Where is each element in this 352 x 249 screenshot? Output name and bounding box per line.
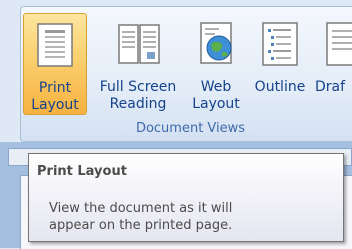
- draft-label: Draf: [315, 79, 346, 95]
- print-layout-icon: [37, 23, 73, 67]
- tooltip-description: View the document as it will appear on t…: [49, 201, 233, 233]
- tooltip-title: Print Layout: [37, 164, 127, 179]
- web-layout-label: Web Layout: [192, 79, 240, 112]
- tooltip: Print Layout View the document as it wil…: [28, 153, 344, 242]
- web-layout-icon: [200, 22, 232, 64]
- full-screen-reading-button[interactable]: Full Screen Reading: [91, 13, 185, 115]
- draft-icon: [326, 22, 352, 66]
- print-layout-button[interactable]: Print Layout: [23, 13, 87, 115]
- document-views-group: Print Layout Full Screen Reading Web Lay…: [20, 6, 352, 142]
- outline-icon: [262, 22, 298, 66]
- outline-label: Outline: [254, 79, 306, 95]
- print-layout-label: Print Layout: [31, 80, 79, 113]
- full-screen-reading-icon: [118, 24, 160, 64]
- draft-button[interactable]: Draf: [315, 13, 352, 115]
- group-label: Document Views: [135, 121, 246, 136]
- full-screen-reading-label: Full Screen Reading: [99, 79, 177, 112]
- outline-button[interactable]: Outline: [247, 13, 313, 115]
- web-layout-button[interactable]: Web Layout: [187, 13, 245, 115]
